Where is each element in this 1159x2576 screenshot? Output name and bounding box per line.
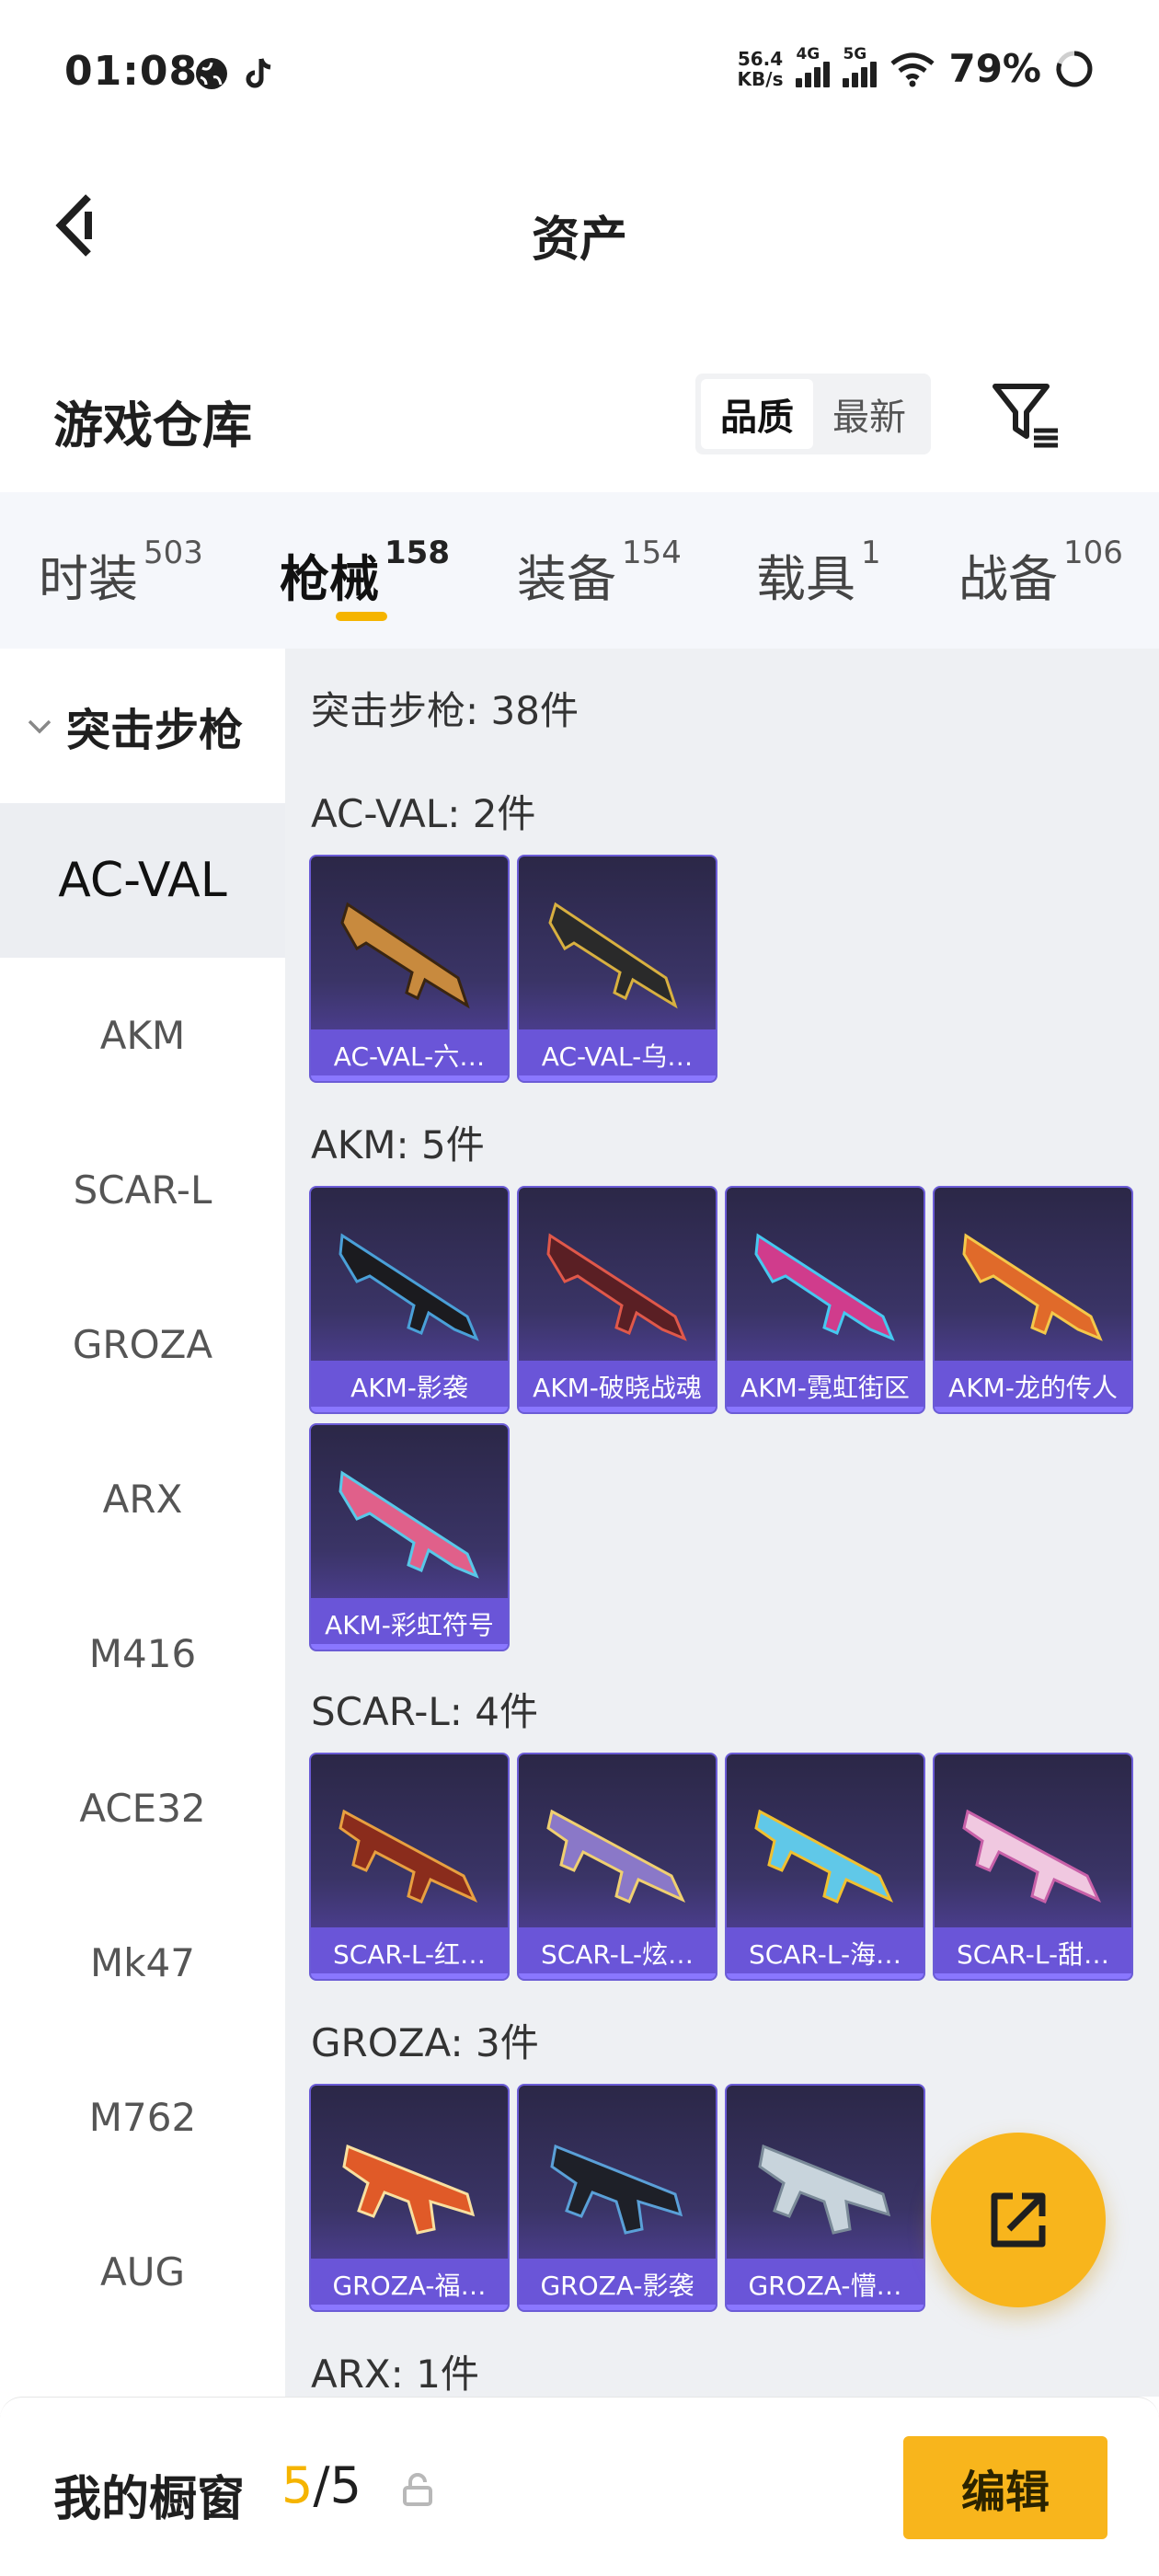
status-time: 01:08 [64,48,199,95]
weapon-card[interactable]: GROZA-影袭 [517,2084,717,2312]
weapon-card[interactable]: GROZA-懵… [725,2084,925,2312]
rifle-skin-image [342,2144,476,2235]
share-external-icon [991,2192,1046,2248]
filter-icon[interactable] [990,377,1063,451]
net-speed: 56.4 KB/s [737,47,784,90]
weapon-card-name: SCAR-L-红… [311,1927,508,1979]
weapon-card-name: SCAR-L-甜… [935,1927,1131,1979]
tab-fashion[interactable]: 时装 503 [39,535,203,611]
sidebar-item-m416[interactable]: M416 [0,1576,285,1731]
sort-toggle: 品质 最新 [695,374,931,454]
weapon-card-name: AKM-彩虹符号 [311,1598,508,1650]
section-label-akm: AKM: 5件 [311,1122,485,1167]
weapon-card[interactable]: AKM-彩虹符号 [309,1423,510,1651]
weapon-card-name: SCAR-L-炫… [519,1927,716,1979]
weapon-card[interactable]: GROZA-福… [309,2084,510,2312]
tab-guns[interactable]: 枪械 158 [280,535,450,611]
rifle-skin-image [339,1233,479,1341]
total-count-label: 突击步枪: 38件 [311,688,579,733]
sidebar-group-assault-rifle[interactable]: 突击步枪 [0,649,285,803]
chevron-down-icon [28,719,52,734]
weapon-card-name: SCAR-L-海… [727,1927,924,1979]
rifle-skin-image [339,1809,478,1903]
weapon-card[interactable]: AC-VAL-乌… [517,855,717,1083]
section-label-arx: ARX: 1件 [311,2352,479,2397]
rifle-skin-image [546,1233,687,1341]
weapon-card-name: AC-VAL-乌… [519,1029,716,1081]
tiktok-icon [246,58,271,88]
signal-5g-icon: 5G [843,45,878,87]
weapon-card-name: AKM-龙的传人 [935,1361,1131,1412]
tab-vehicles[interactable]: 载具 1 [756,535,881,611]
category-tabs: 时装 503 枪械 158 装备 154 载具 1 战备 106 [0,492,1159,649]
sidebar-item-aug[interactable]: AUG [0,2194,285,2349]
weapon-card[interactable]: SCAR-L-炫… [517,1753,717,1981]
sort-newest-option[interactable]: 最新 [813,379,925,449]
rifle-skin-image [754,1233,895,1341]
weapon-card[interactable]: SCAR-L-甜… [933,1753,1133,1981]
sidebar-item-arx[interactable]: ARX [0,1421,285,1576]
warehouse-title: 游戏仓库 [53,397,252,454]
app-header: 资产 [0,147,1159,304]
weapon-type-sidebar: 突击步枪 AC-VAL AKM SCAR-L GROZA ARX M416 AC… [0,649,285,2397]
weapon-card-name: AKM-霓虹街区 [727,1361,924,1412]
weapon-card-name: GROZA-影袭 [519,2259,716,2310]
rifle-skin-image [548,902,678,1009]
weapon-card[interactable]: SCAR-L-海… [725,1753,925,1981]
wifi-icon [890,52,935,86]
sidebar-item-groza[interactable]: GROZA [0,1267,285,1421]
weapon-card[interactable]: AKM-霓虹街区 [725,1186,925,1414]
tab-equipment[interactable]: 装备 154 [517,535,682,611]
page-title: 资产 [531,213,627,268]
active-tab-indicator [336,612,387,621]
weapon-card[interactable]: AKM-影袭 [309,1186,510,1414]
showcase-title: 我的橱窗 [53,2472,246,2527]
weapon-card[interactable]: AKM-破晓战魂 [517,1186,717,1414]
showcase-count: 5/5 [281,2456,361,2514]
rifle-skin-image [340,902,470,1009]
sort-quality-option[interactable]: 品质 [701,379,813,449]
sidebar-item-mk47[interactable]: Mk47 [0,1885,285,2040]
section-label-scar-l: SCAR-L: 4件 [311,1689,538,1734]
battery-level: 79% [948,46,1041,91]
weapon-card[interactable]: SCAR-L-红… [309,1753,510,1981]
weapon-card-name: AKM-影袭 [311,1361,508,1412]
weapon-card-name: AKM-破晓战魂 [519,1361,716,1412]
sidebar-group-label: 突击步枪 [66,705,244,756]
weapon-card-name: GROZA-福… [311,2259,508,2310]
sidebar-item-ace32[interactable]: ACE32 [0,1731,285,1885]
rifle-skin-image [550,2144,683,2235]
signal-4g-icon: 4G [796,45,831,87]
rifle-skin-image [758,2144,891,2235]
weapon-card[interactable]: AKM-龙的传人 [933,1186,1133,1414]
showcase-bar: 我的橱窗 5/5 编辑 [0,2397,1159,2576]
sidebar-item-m762[interactable]: M762 [0,2040,285,2194]
rifle-skin-image [339,1470,479,1579]
lock-icon [403,2473,432,2506]
weapon-card-name: GROZA-懵… [727,2259,924,2310]
share-fab-button[interactable] [931,2133,1106,2307]
rifle-skin-image [754,1809,894,1903]
tab-gear[interactable]: 战备 106 [958,535,1123,611]
section-label-ac-val: AC-VAL: 2件 [311,791,536,836]
weapon-card-name: AC-VAL-六… [311,1029,508,1081]
sidebar-item-ac-val[interactable]: AC-VAL [0,803,285,958]
weapon-card[interactable]: AC-VAL-六… [309,855,510,1083]
rifle-skin-image [546,1809,686,1903]
rifle-skin-image [962,1233,1103,1341]
rifle-skin-image [962,1809,1102,1903]
status-bar: 01:08 56.4 KB/s 4G 5G 79% [0,0,1159,147]
edit-button[interactable]: 编辑 [903,2436,1107,2539]
globe-icon [196,58,227,89]
section-label-groza: GROZA: 3件 [311,2020,539,2065]
sidebar-item-scar-l[interactable]: SCAR-L [0,1112,285,1267]
sidebar-item-akm[interactable]: AKM [0,958,285,1112]
battery-ring-icon [1056,51,1093,86]
